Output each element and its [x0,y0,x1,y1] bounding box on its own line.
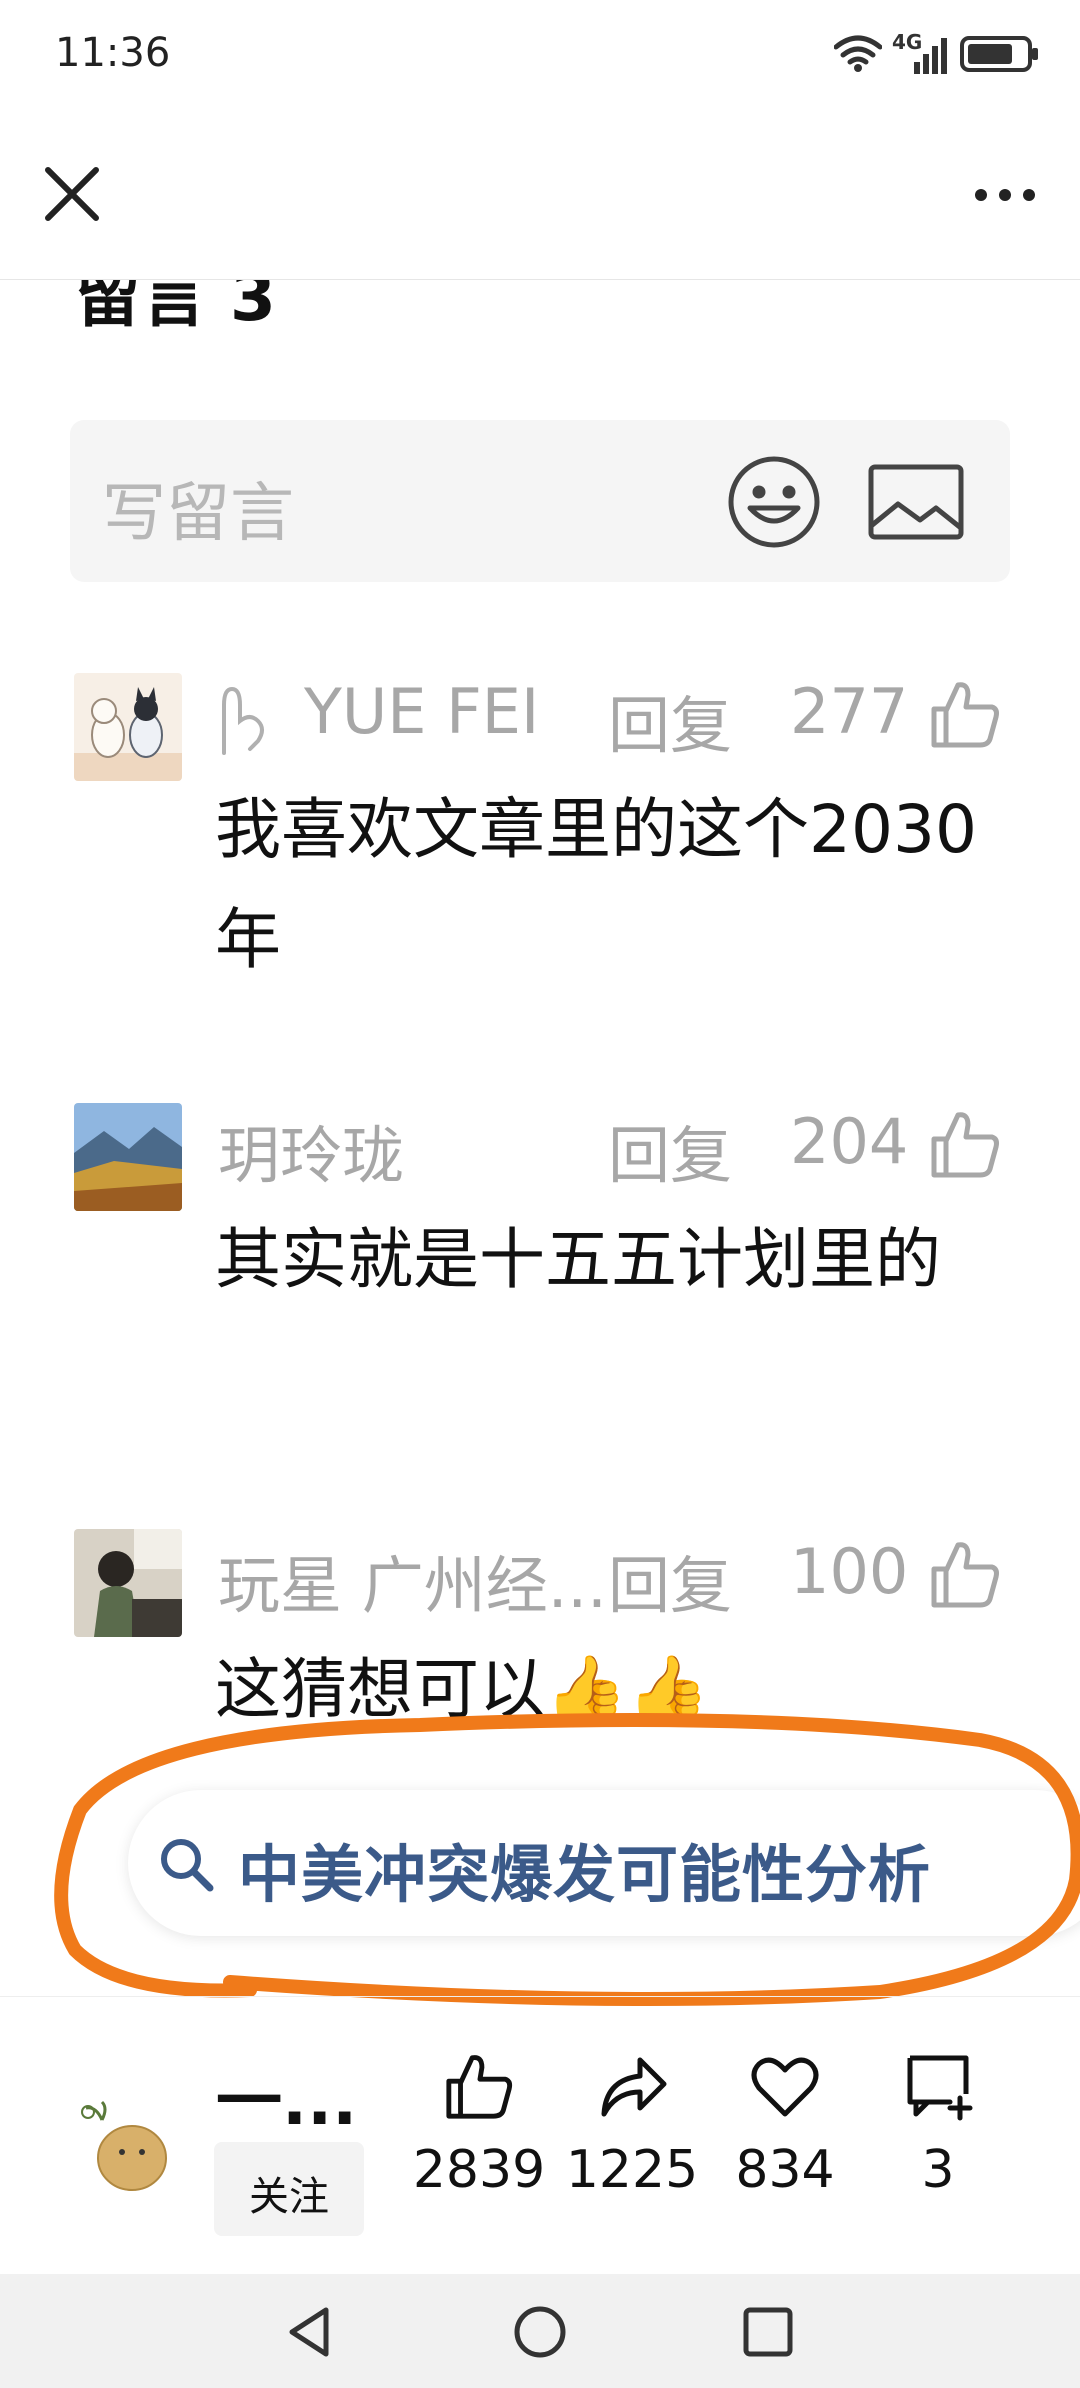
bottom-bar-divider [0,1996,1080,1997]
comment-like-button[interactable] [928,677,1002,751]
image-button[interactable] [868,464,964,540]
thumbs-up-icon [931,1542,999,1608]
favorite-button[interactable]: 834 [710,2050,860,2200]
back-nav-button[interactable] [282,2304,338,2360]
search-suggestion-text: 中美冲突爆发可能性分析 [238,1838,932,1911]
search-suggestion[interactable]: 中美冲突爆发可能性分析 [128,1790,1080,1936]
commenter-avatar[interactable] [74,1529,182,1637]
commenter-avatar[interactable] [74,1103,182,1211]
search-icon [161,1839,214,1892]
close-icon [45,167,99,221]
emoji-icon [728,456,820,548]
comment-text: 我喜欢文章里的这个2030年 [215,791,977,978]
recents-icon [743,2307,793,2357]
comments-title: 留言 3 [75,280,276,336]
comments-header-clip: 留言 3 [0,280,1080,340]
share-count: 1225 [565,2140,699,2200]
status-icons: 4G [834,30,1040,74]
like-count: 2839 [412,2140,546,2200]
comment-like-button[interactable] [928,1537,1002,1611]
like-button[interactable]: 2839 [404,2050,554,2200]
signal-icon: 4G [892,30,950,74]
favorite-count: 834 [735,2140,835,2200]
home-nav-button[interactable] [512,2304,568,2360]
comment-add-icon [907,2055,973,2121]
comment-input-placeholder: 写留言 [102,477,294,551]
commenter-name[interactable]: 玩星 广州经... [218,1535,607,1625]
follow-label: 关注 [249,2174,329,2220]
comment-text: 这猜想可以👍👍 [215,1651,710,1728]
follow-button[interactable]: 关注 [214,2142,364,2236]
battery-icon [960,36,1038,72]
comment-count: 3 [921,2140,955,2200]
emoji-button[interactable] [726,454,822,550]
close-button[interactable] [40,162,104,226]
more-options-button[interactable] [970,170,1040,220]
system-nav-bar [0,2274,1080,2388]
comment-button[interactable]: 3 [863,2050,1013,2200]
status-time: 11:36 [55,30,171,76]
like-count: 277 [790,675,909,748]
commenter-avatar[interactable] [74,673,182,781]
comment-input[interactable]: 写留言 [70,420,1010,582]
commenter-badge-icon [222,686,264,755]
comment-like-button[interactable] [928,1107,1002,1181]
image-icon [868,464,964,540]
like-count: 100 [790,1535,909,1608]
network-type: 4G [892,30,923,54]
commenter-name[interactable]: 玥玲珑 [218,1105,404,1195]
author-avatar[interactable] [72,2090,182,2200]
reply-button[interactable]: 回复 [604,1535,733,1625]
comment-text: 其实就是十五五计划里的 [215,1221,941,1298]
reply-button[interactable]: 回复 [604,1105,733,1195]
wifi-icon [834,35,882,72]
share-icon [601,2057,667,2117]
more-icon [975,189,1035,201]
thumbs-up-icon [931,1112,999,1178]
recents-nav-button[interactable] [742,2306,794,2358]
share-button[interactable]: 1225 [557,2050,707,2200]
author-name[interactable]: 一... [216,2048,357,2144]
reply-button[interactable]: 回复 [604,675,733,765]
heart-icon [751,2057,819,2117]
home-icon [514,2306,566,2358]
thumbs-up-icon [446,2055,513,2119]
like-count: 204 [790,1105,909,1178]
back-icon [289,2307,329,2357]
commenter-name[interactable]: YUE FEI [304,675,539,748]
thumbs-up-icon [931,682,999,748]
